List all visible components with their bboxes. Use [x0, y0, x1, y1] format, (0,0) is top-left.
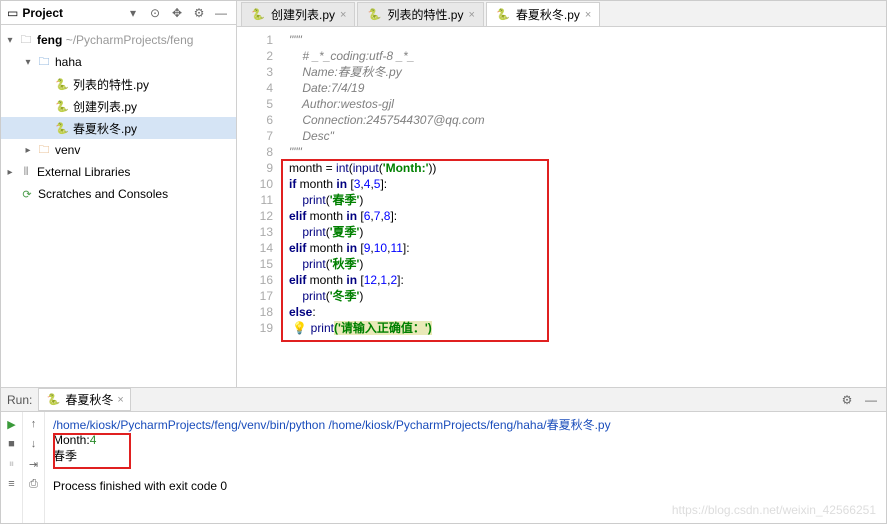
close-icon[interactable]: × [117, 394, 123, 406]
hide-icon[interactable]: — [862, 391, 880, 409]
tree-item[interactable]: 🐍春夏秋冬.py [1, 117, 236, 139]
code-line[interactable]: print('秋季') [289, 256, 886, 272]
tree-root[interactable]: ▾🗀 feng ~/PycharmProjects/feng [1, 29, 236, 51]
code-line[interactable]: month = int(input('Month:')) [289, 160, 886, 176]
code-line[interactable]: print('春季') [289, 192, 886, 208]
run-command: /home/kiosk/PycharmProjects/feng/venv/bi… [53, 416, 878, 433]
code-line[interactable]: # _*_coding:utf-8 _*_ [289, 48, 886, 64]
code-line[interactable]: if month in [3,4,5]: [289, 176, 886, 192]
code-line[interactable]: """ [289, 144, 886, 160]
console-line: Month:4 [53, 433, 878, 447]
run-tab[interactable]: 🐍春夏秋冬× [38, 388, 130, 411]
project-tree: ▾🗀 feng ~/PycharmProjects/feng ▾🗀haha🐍列表… [1, 25, 236, 387]
code-line[interactable]: elif month in [9,10,11]: [289, 240, 886, 256]
run-header: Run: 🐍春夏秋冬× ⚙ — [1, 388, 886, 412]
code-line[interactable]: 💡 print('请输入正确值：') [289, 320, 886, 336]
code-line[interactable]: Author:westos-gjl [289, 96, 886, 112]
more-button[interactable]: ≡ [4, 476, 20, 492]
tree-item[interactable]: 🐍创建列表.py [1, 95, 236, 117]
down-button[interactable]: ↓ [26, 436, 42, 452]
exit-line: Process finished with exit code 0 [53, 479, 878, 493]
editor-tab[interactable]: 🐍创建列表.py× [241, 2, 355, 26]
chevron-down-icon[interactable]: ▾ [124, 4, 142, 22]
locate-icon[interactable]: ✥ [168, 4, 186, 22]
hide-icon[interactable]: — [212, 4, 230, 22]
rerun-button[interactable]: ▶ [4, 416, 20, 432]
external-libraries[interactable]: ▸⫴ External Libraries [1, 161, 236, 183]
tree-item[interactable]: ▾🗀haha [1, 51, 236, 73]
code-line[interactable]: print('夏季') [289, 224, 886, 240]
code-body[interactable]: """ # _*_coding:utf-8 _*_ Name:春夏秋冬.py D… [281, 27, 886, 387]
gear-icon[interactable]: ⚙ [190, 4, 208, 22]
close-icon[interactable]: × [585, 9, 591, 21]
collapse-icon[interactable]: ⊙ [146, 4, 164, 22]
pause-button[interactable]: ⏸ [4, 456, 20, 472]
project-title: Project [22, 6, 120, 20]
project-header: ▭ Project ▾ ⊙ ✥ ⚙ — [1, 1, 236, 25]
console-output[interactable]: /home/kiosk/PycharmProjects/feng/venv/bi… [45, 412, 886, 523]
code-line[interactable]: Connection:2457544307@qq.com [289, 112, 886, 128]
code-line[interactable]: elif month in [12,1,2]: [289, 272, 886, 288]
editor-area: 🐍创建列表.py×🐍列表的特性.py×🐍春夏秋冬.py× 12345678910… [237, 1, 886, 387]
console-line: 春季 [53, 447, 878, 464]
code-line[interactable]: Name:春夏秋冬.py [289, 64, 886, 80]
run-toolbar-left: ▶ ■ ⏸ ≡ [1, 412, 23, 523]
close-icon[interactable]: × [468, 9, 474, 21]
code-line[interactable]: """ [289, 32, 886, 48]
run-toolbar-nav: ↑ ↓ ⇥ ⎙ [23, 412, 45, 523]
scratches-consoles[interactable]: ⟳ Scratches and Consoles [1, 183, 236, 205]
watermark: https://blog.csdn.net/weixin_42566251 [672, 503, 876, 517]
run-label: Run: [7, 393, 32, 407]
editor-tabs: 🐍创建列表.py×🐍列表的特性.py×🐍春夏秋冬.py× [237, 1, 886, 27]
gear-icon[interactable]: ⚙ [838, 391, 856, 409]
wrap-button[interactable]: ⇥ [26, 456, 42, 472]
project-icon: ▭ [7, 6, 18, 20]
code-editor[interactable]: 12345678910111213141516171819 """ # _*_c… [237, 27, 886, 387]
tree-item[interactable]: ▸🗀venv [1, 139, 236, 161]
run-tool-window: Run: 🐍春夏秋冬× ⚙ — ▶ ■ ⏸ ≡ ↑ ↓ ⇥ ⎙ /home/ki… [1, 387, 886, 523]
code-line[interactable]: Desc" [289, 128, 886, 144]
editor-tab[interactable]: 🐍列表的特性.py× [357, 2, 483, 26]
close-icon[interactable]: × [340, 9, 346, 21]
user-input: 4 [90, 433, 97, 447]
code-line[interactable]: elif month in [6,7,8]: [289, 208, 886, 224]
up-button[interactable]: ↑ [26, 416, 42, 432]
code-line[interactable]: Date:7/4/19 [289, 80, 886, 96]
stop-button[interactable]: ■ [4, 436, 20, 452]
gutter: 12345678910111213141516171819 [237, 27, 281, 387]
print-button[interactable]: ⎙ [26, 476, 42, 492]
project-tool-window: ▭ Project ▾ ⊙ ✥ ⚙ — ▾🗀 feng ~/PycharmPro… [1, 1, 237, 387]
code-line[interactable]: print('冬季') [289, 288, 886, 304]
editor-tab[interactable]: 🐍春夏秋冬.py× [486, 2, 600, 26]
tree-item[interactable]: 🐍列表的特性.py [1, 73, 236, 95]
code-line[interactable]: else: [289, 304, 886, 320]
